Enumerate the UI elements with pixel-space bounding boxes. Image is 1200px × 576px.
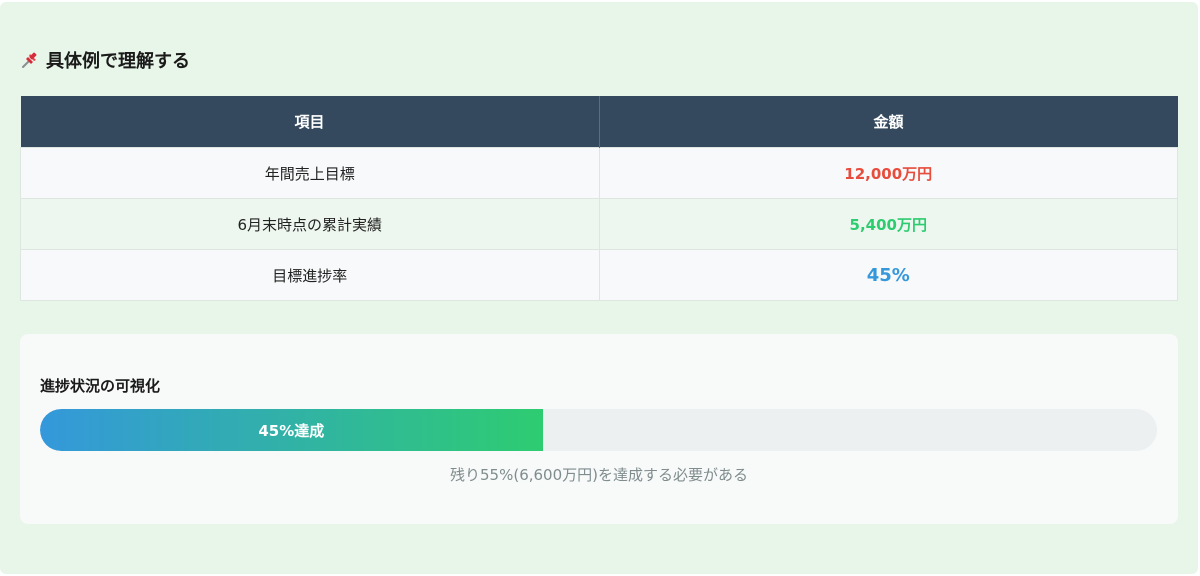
column-header-amount: 金額 (599, 96, 1178, 148)
progress-bar-fill: 45%達成 (40, 409, 543, 451)
column-header-item: 項目 (20, 96, 600, 148)
table-row: 目標進捗率 45% (20, 249, 1178, 301)
example-table: 項目 金額 年間売上目標 12,000万円 6月末時点の累計実績 5,400万円… (20, 96, 1178, 301)
progress-card: 進捗状況の可視化 45%達成 残り55%(6,600万円)を達成する必要がある (20, 334, 1178, 524)
row-item-label: 目標進捗率 (20, 249, 600, 301)
section-container: 具体例で理解する 項目 金額 年間売上目標 12,000万円 6月末時点の累計実… (0, 2, 1198, 574)
progress-bar-track: 45%達成 (40, 409, 1157, 451)
pushpin-icon (20, 50, 40, 70)
progress-title: 進捗状況の可視化 (40, 377, 161, 395)
table-row: 年間売上目標 12,000万円 (20, 147, 1178, 199)
remaining-text: 残り55%(6,600万円)を達成する必要がある (450, 466, 748, 484)
table-header-row: 項目 金額 (20, 96, 1178, 148)
row-amount-value: 12,000万円 (598, 147, 1178, 199)
table-row: 6月末時点の累計実績 5,400万円 (20, 198, 1178, 250)
progress-bar-label: 45%達成 (258, 421, 325, 440)
section-heading: 具体例で理解する (20, 46, 190, 74)
row-amount-value: 5,400万円 (598, 198, 1178, 250)
row-amount-value: 45% (598, 249, 1178, 301)
section-title: 具体例で理解する (46, 51, 190, 72)
row-item-label: 年間売上目標 (20, 147, 600, 199)
row-item-label: 6月末時点の累計実績 (20, 198, 600, 250)
